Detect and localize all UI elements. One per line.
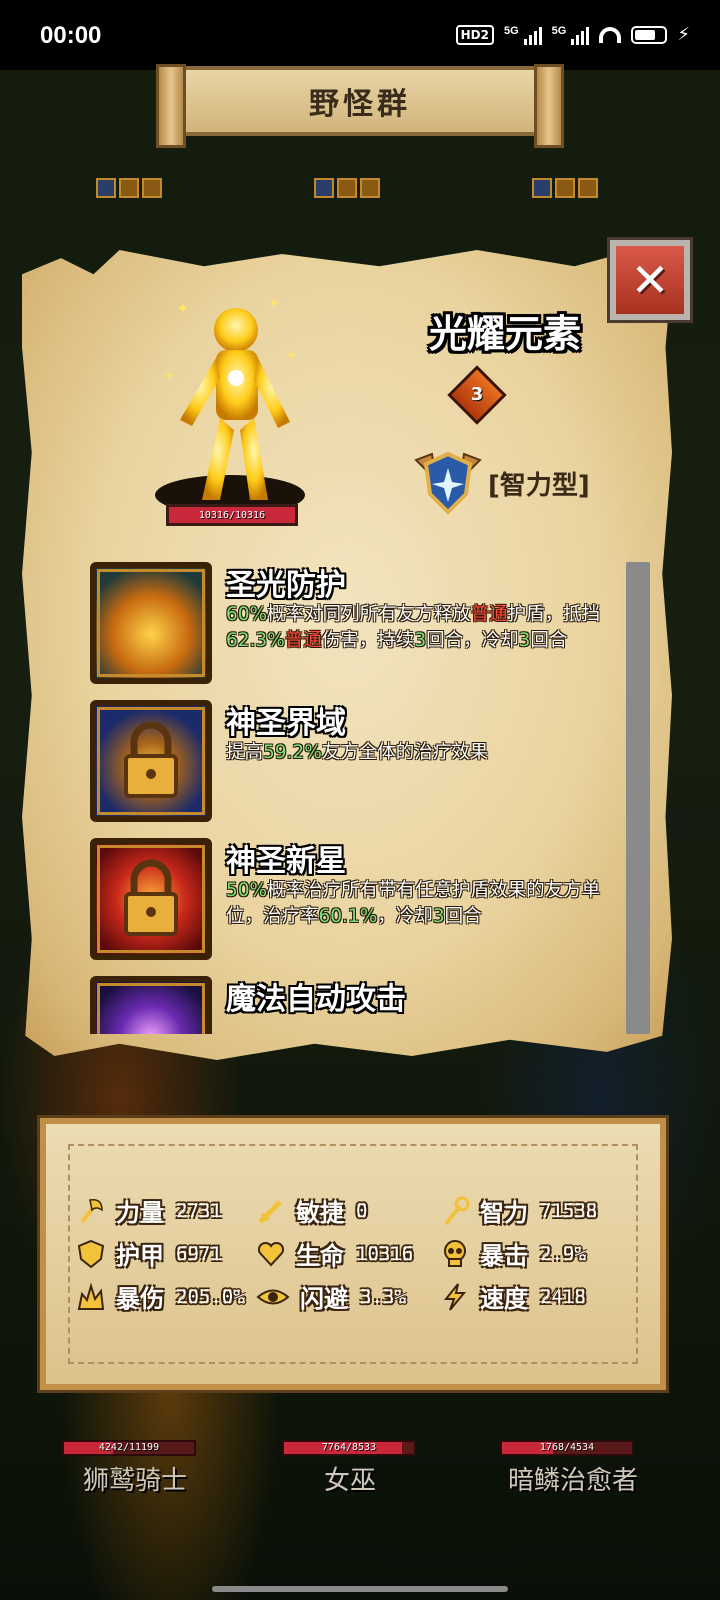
stat-label: 敏捷 xyxy=(296,1199,344,1227)
skill-description: 50%概率治疗所有带有任意护盾效果的友方单位，治疗率60.1%，冷却3回合 xyxy=(226,880,601,927)
unit-marker-1 xyxy=(96,178,162,198)
eye-icon xyxy=(256,1289,290,1304)
hero-hp-bar: 10316/10316 xyxy=(166,504,298,526)
class-shield-icon xyxy=(414,451,482,515)
skull-icon xyxy=(444,1239,466,1267)
svg-text:✦: ✦ xyxy=(286,348,298,364)
signal-icon-2: 5G xyxy=(552,25,590,45)
unit-hp-bar: 7764/8533 xyxy=(282,1440,416,1456)
battery-icon xyxy=(631,25,668,44)
unit-name[interactable]: 女巫 xyxy=(270,1460,430,1497)
skill-description: 60%概率对同列所有友方释放普通护盾，抵挡62.3%普通伤害，持续3回合，冷却3… xyxy=(226,604,601,651)
unit-hp-text: 4242/11199 xyxy=(98,1442,160,1453)
unit-marker-3 xyxy=(532,178,598,198)
stat-label: 暴伤 xyxy=(116,1285,164,1313)
hd-icon: HD2 xyxy=(455,24,494,45)
level-number: 3 xyxy=(470,384,484,405)
skill-item: 神圣新星 50%概率治疗所有带有任意护盾效果的友方单位，治疗率60.1%，冷却3… xyxy=(90,832,620,970)
stat-agility: 敏捷 0 xyxy=(256,1193,367,1228)
status-icons: HD2 5G 5G ⚡ xyxy=(455,24,690,45)
unit-hp-text: 1768/4534 xyxy=(539,1442,595,1453)
hero-hp-text: 10316/10316 xyxy=(198,509,266,521)
stat-label: 暴击 xyxy=(480,1242,528,1270)
unit-name[interactable]: 狮鹫骑士 xyxy=(50,1460,220,1497)
class-label: [智力型] xyxy=(488,471,590,501)
status-time: 00:00 xyxy=(40,22,102,49)
home-indicator[interactable] xyxy=(212,1586,508,1592)
heart-icon xyxy=(257,1241,285,1266)
unit-marker-2 xyxy=(314,178,380,198)
skill-name: 魔法自动攻击 xyxy=(226,982,406,1017)
staff-icon xyxy=(444,1196,470,1225)
stat-value: 3.3% xyxy=(360,1285,406,1308)
stat-value: 6971 xyxy=(176,1242,222,1265)
svg-text:✦: ✦ xyxy=(176,299,189,318)
stat-value: 2418 xyxy=(540,1285,586,1308)
sword-icon xyxy=(258,1199,282,1224)
stat-armor: 护甲 6971 xyxy=(76,1236,222,1271)
skill-item: 神圣界域 提高59.2%友方全体的治疗效果 xyxy=(90,694,620,832)
stat-value: 2731 xyxy=(176,1199,222,1222)
explosion-icon xyxy=(77,1281,105,1310)
skill-name: 神圣界域 xyxy=(226,706,346,741)
svg-text:✦: ✦ xyxy=(164,369,174,383)
stat-label: 速度 xyxy=(480,1285,528,1313)
stat-crit-damage: 暴伤 205.0% xyxy=(76,1279,245,1314)
skill-item: 圣光防护 60%概率对同列所有友方释放普通护盾，抵挡62.3%普通伤害，持续3回… xyxy=(90,556,620,694)
skill-list[interactable]: 圣光防护 60%概率对同列所有友方释放普通护盾，抵挡62.3%普通伤害，持续3回… xyxy=(90,556,620,1034)
unit-hp-bar: 1768/4534 xyxy=(500,1440,634,1456)
unit-hp-bar: 4242/11199 xyxy=(62,1440,196,1456)
locked-skill-icon xyxy=(90,700,212,822)
stat-strength: 力量 2731 xyxy=(76,1193,222,1228)
stat-label: 力量 xyxy=(116,1199,164,1227)
stat-value: 205.0% xyxy=(176,1285,245,1308)
status-bar: 00:00 HD2 5G 5G ⚡ xyxy=(0,0,720,70)
stat-speed: 速度 2418 xyxy=(440,1279,586,1314)
unit-name[interactable]: 暗鳞治愈者 xyxy=(488,1460,658,1497)
stat-crit: 暴击 2.9% xyxy=(440,1236,586,1271)
stat-value: 10316 xyxy=(356,1242,414,1265)
skill-name: 圣光防护 xyxy=(226,568,346,603)
stat-value: 0 xyxy=(356,1199,368,1222)
magic-vortex-icon xyxy=(90,976,212,1034)
hero-name: 光耀元素 xyxy=(428,312,581,356)
close-icon: ✕ xyxy=(630,253,670,307)
shield-icon xyxy=(77,1239,105,1268)
stat-label: 生命 xyxy=(296,1242,344,1270)
skill-name: 神圣新星 xyxy=(226,844,346,879)
unit-hp-text: 7764/8533 xyxy=(321,1442,377,1453)
stat-label: 闪避 xyxy=(300,1285,348,1313)
holy-shield-icon xyxy=(90,562,212,684)
stat-label: 智力 xyxy=(480,1199,528,1227)
skill-description: 提高59.2%友方全体的治疗效果 xyxy=(226,742,489,763)
stage-title: 野怪群 xyxy=(309,87,411,122)
stat-value: 2.9% xyxy=(540,1242,586,1265)
close-button[interactable]: ✕ xyxy=(607,237,693,323)
stat-dodge: 闪避 3.3% xyxy=(256,1279,406,1314)
lightning-icon xyxy=(443,1282,467,1311)
stat-value: 71538 xyxy=(540,1199,598,1222)
axe-icon xyxy=(80,1198,103,1223)
stat-intelligence: 智力 71538 xyxy=(440,1193,597,1228)
stage-banner: 野怪群 xyxy=(156,64,564,148)
svg-text:✦: ✦ xyxy=(268,296,280,312)
signal-icon-1: 5G xyxy=(504,25,542,45)
stat-label: 护甲 xyxy=(116,1242,164,1270)
locked-skill-icon xyxy=(90,838,212,960)
charging-icon: ⚡ xyxy=(677,24,690,45)
skill-item: 魔法自动攻击 xyxy=(90,970,620,1034)
wifi-icon xyxy=(599,26,622,43)
skill-list-scrollbar[interactable] xyxy=(626,562,650,1034)
stat-life: 生命 10316 xyxy=(256,1236,413,1271)
